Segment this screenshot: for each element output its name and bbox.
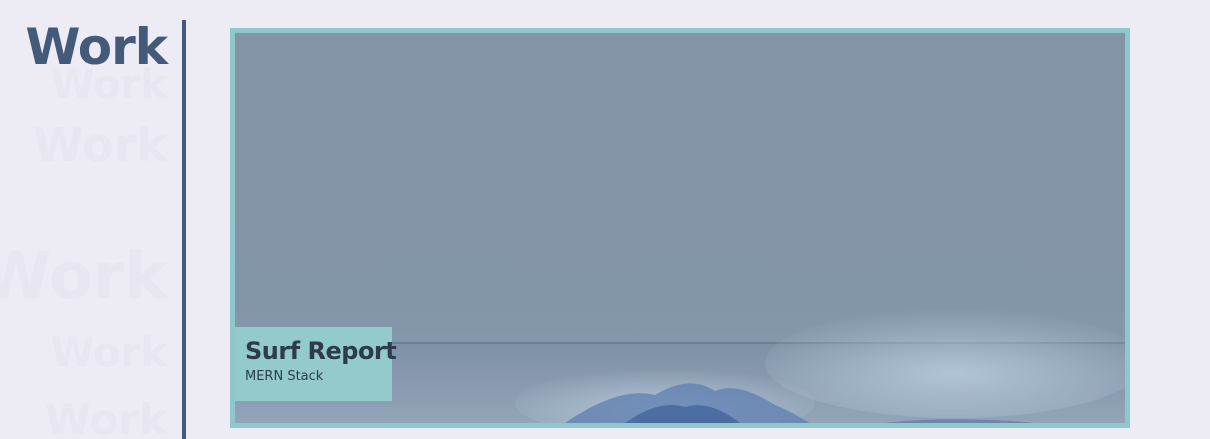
ghost-text: Work [50,330,167,376]
page: Work Work Work Work Work Work Surf Repor… [0,0,1210,439]
project-image: Surf Report MERN Stack [235,33,1125,423]
project-label: Surf Report MERN Stack [235,327,397,401]
ghost-text: Work [33,118,167,172]
section-title: Work [25,18,168,76]
ghost-text: Work [0,240,167,314]
project-title[interactable]: Surf Report [245,337,397,365]
ghost-text: Work [44,395,167,439]
section-divider [182,20,186,439]
project-card[interactable]: Surf Report MERN Stack [230,28,1130,428]
project-subtitle: MERN Stack [245,369,324,384]
